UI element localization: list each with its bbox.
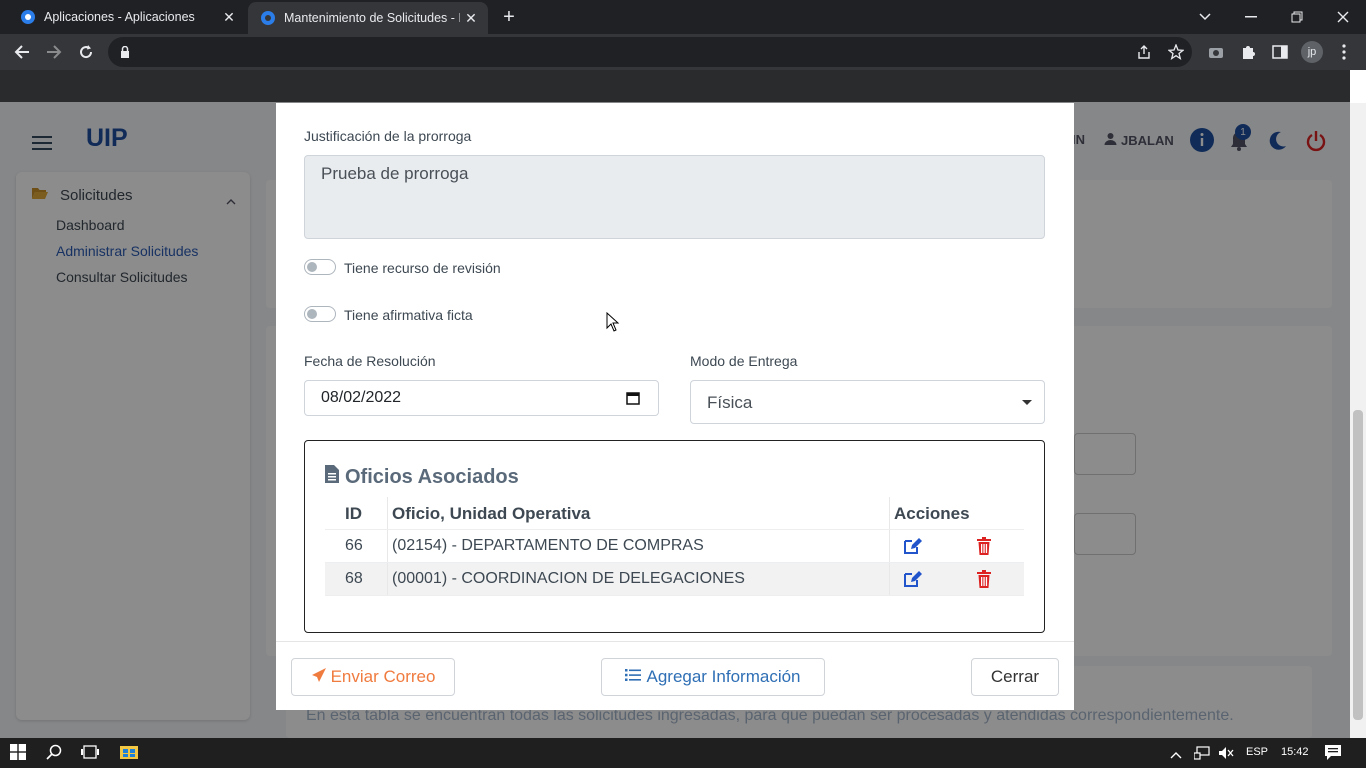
document-icon <box>325 465 339 489</box>
screenshot-extension-icon[interactable] <box>1206 42 1226 62</box>
tab-title: Aplicaciones - Aplicaciones <box>44 10 195 24</box>
calendar-icon[interactable] <box>626 391 640 410</box>
modal-footer-divider <box>276 641 1074 642</box>
row-id: 68 <box>345 570 363 587</box>
share-icon[interactable] <box>1136 44 1152 63</box>
header-acciones: Acciones <box>894 504 970 523</box>
dropdown-caret-icon <box>1022 400 1032 405</box>
mouse-cursor-icon <box>606 311 620 337</box>
enviar-correo-label: Enviar Correo <box>330 667 436 686</box>
list-icon <box>625 667 642 687</box>
row-oficio: (02154) - DEPARTAMENTO DE COMPRAS <box>392 537 704 554</box>
restore-icon[interactable] <box>1274 0 1320 34</box>
toggle-knob <box>307 262 317 272</box>
afirmativa-toggle-label: Tiene afirmativa ficta <box>344 307 473 323</box>
browser-tab-mantenimiento[interactable]: Mantenimiento de Solicitudes - In ✕ <box>248 2 488 34</box>
oficios-table: ID Oficio, Unidad Operativa Acciones 66 … <box>325 497 1024 596</box>
modo-entrega-select[interactable]: Física <box>690 380 1045 424</box>
enviar-correo-button[interactable]: Enviar Correo <box>291 658 455 696</box>
justificacion-label: Justificación de la prorroga <box>304 128 472 144</box>
fecha-resolucion-input[interactable]: 08/02/2022 <box>304 380 659 416</box>
edit-icon[interactable] <box>903 537 923 560</box>
table-header-row: ID Oficio, Unidad Operativa Acciones <box>325 497 1024 530</box>
chevron-up-icon[interactable] <box>1170 746 1182 762</box>
address-bar[interactable] <box>108 37 1192 67</box>
toggle-knob <box>307 309 317 319</box>
table-row: 66 (02154) - DEPARTAMENTO DE COMPRAS <box>325 530 1024 563</box>
oficios-title-text: Oficios Asociados <box>345 465 519 488</box>
windows-taskbar: ESP 15:42 <box>0 738 1366 768</box>
browser-menu-icon[interactable] <box>1334 42 1354 62</box>
trash-icon[interactable] <box>977 537 991 560</box>
browser-tab-aplicaciones[interactable]: Aplicaciones - Aplicaciones ✕ <box>0 0 246 34</box>
search-icon[interactable] <box>46 744 62 763</box>
forward-icon[interactable] <box>42 40 66 64</box>
scrollbar-thumb[interactable] <box>1353 410 1363 720</box>
agregar-informacion-button[interactable]: Agregar Información <box>601 658 825 696</box>
agregar-informacion-label: Agregar Información <box>646 667 801 686</box>
afirmativa-toggle[interactable] <box>304 306 336 322</box>
row-oficio: (00001) - COORDINACION DE DELEGACIONES <box>392 570 745 587</box>
revision-toggle-label: Tiene recurso de revisión <box>344 260 501 276</box>
back-icon[interactable] <box>10 40 34 64</box>
row-id: 66 <box>345 537 363 554</box>
trash-icon[interactable] <box>977 570 991 593</box>
tab-title: Mantenimiento de Solicitudes - In <box>284 11 460 25</box>
close-tab-icon[interactable]: ✕ <box>218 9 240 26</box>
reload-icon[interactable] <box>74 40 98 64</box>
minimize-icon[interactable] <box>1228 0 1274 34</box>
new-tab-button[interactable]: + <box>498 6 520 29</box>
browser-toolbar <box>0 34 1366 70</box>
file-explorer-icon[interactable] <box>120 744 138 763</box>
header-oficio: Oficio, Unidad Operativa <box>392 504 591 523</box>
edit-icon[interactable] <box>903 570 923 593</box>
app-favicon-icon <box>260 10 276 26</box>
cerrar-button[interactable]: Cerrar <box>971 658 1059 696</box>
browser-titlebar: Aplicaciones - Aplicaciones ✕ Mantenimie… <box>0 0 1366 34</box>
modo-value: Física <box>707 393 753 412</box>
fecha-label: Fecha de Resolución <box>304 353 436 369</box>
table-row: 68 (00001) - COORDINACION DE DELEGACIONE… <box>325 563 1024 596</box>
tab-search-icon[interactable] <box>1182 0 1228 34</box>
oficios-title: Oficios Asociados <box>325 465 519 489</box>
bookmark-star-icon[interactable] <box>1167 43 1185 63</box>
windows-start-icon[interactable] <box>10 744 26 763</box>
side-panel-icon[interactable] <box>1270 42 1290 62</box>
revision-toggle[interactable] <box>304 259 336 275</box>
extensions-puzzle-icon[interactable] <box>1238 42 1258 62</box>
network-icon[interactable] <box>1193 746 1210 763</box>
modo-label: Modo de Entrega <box>690 353 798 369</box>
language-indicator[interactable]: ESP <box>1246 746 1268 758</box>
oficios-asociados-panel: Oficios Asociados ID Oficio, Unidad Oper… <box>304 440 1045 633</box>
volume-muted-icon[interactable] <box>1218 746 1234 763</box>
close-tab-icon[interactable]: ✕ <box>460 10 482 27</box>
fecha-value: 08/02/2022 <box>321 389 402 406</box>
solicitud-modal: Justificación de la prorroga Prueba de p… <box>276 103 1074 710</box>
app-favicon-icon <box>20 9 36 25</box>
close-window-icon[interactable] <box>1320 0 1366 34</box>
system-clock[interactable]: 15:42 <box>1281 746 1309 758</box>
paper-plane-icon <box>311 667 327 688</box>
header-id: ID <box>345 504 362 523</box>
task-view-icon[interactable] <box>81 744 99 763</box>
action-center-icon[interactable] <box>1325 745 1341 763</box>
lock-icon <box>120 45 130 63</box>
profile-avatar[interactable]: jp <box>1301 41 1323 63</box>
justificacion-textarea[interactable]: Prueba de prorroga <box>304 155 1045 239</box>
